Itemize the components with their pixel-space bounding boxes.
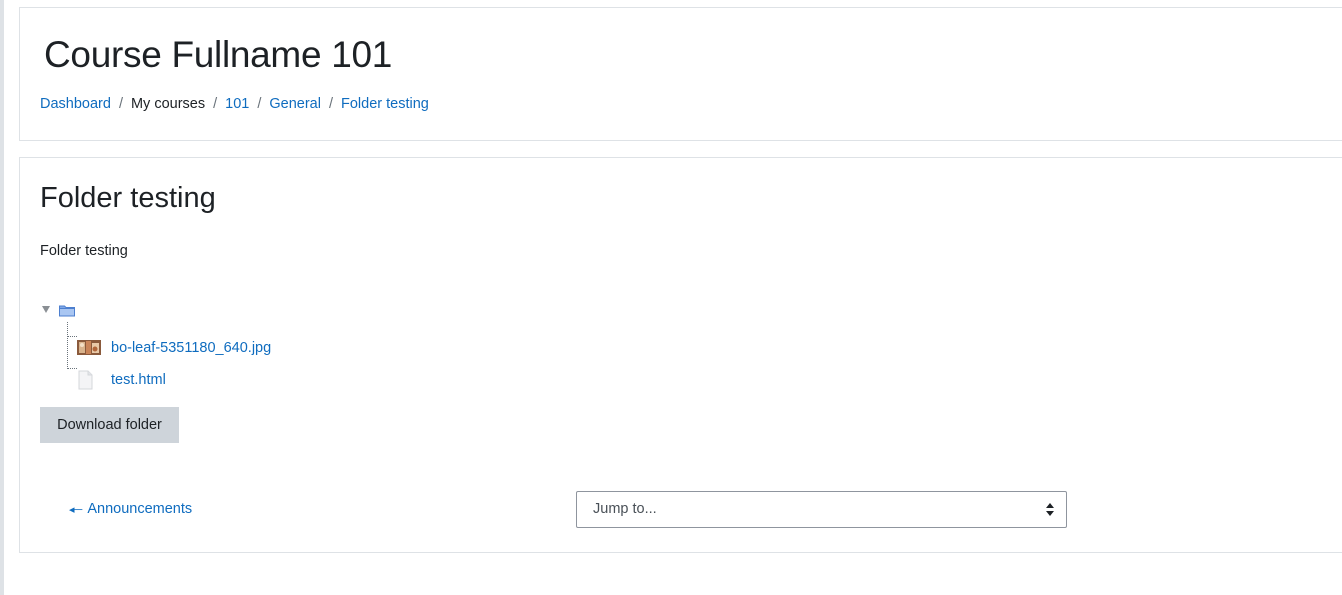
generic-file-icon [78,370,93,390]
breadcrumb-separator: / [118,96,123,112]
arrow-left-icon: ◂─ [69,503,83,516]
prev-activity-label: Announcements [87,501,193,517]
download-folder-button[interactable]: Download folder [40,407,179,443]
prev-activity-link[interactable]: ◂─ Announcements [69,501,192,517]
breadcrumb-course[interactable]: 101 [225,96,249,112]
file-link-html[interactable]: test.html [111,372,166,388]
course-title: Course Fullname 101 [44,34,393,75]
page-header: Course Fullname 101 Dashboard / My cours… [19,7,1342,141]
file-item: bo-leaf-5351180_640.jpg [77,336,271,360]
tree-connector [67,322,68,369]
breadcrumb-separator: / [213,96,218,112]
tree-connector [67,368,77,369]
breadcrumb-my-courses: My courses [130,96,206,112]
jump-to-select[interactable]: Jump to... [576,491,1067,528]
activity-intro: Folder testing [40,243,128,259]
image-file-icon [77,340,101,355]
breadcrumb-dashboard[interactable]: Dashboard [40,96,111,112]
select-caret-icon [1046,503,1054,516]
breadcrumb-separator: / [328,96,333,112]
main-content: Folder testing Folder testing bo-leaf-53… [19,157,1342,553]
folder-icon[interactable] [59,304,75,317]
tree-collapse-toggle-icon[interactable] [42,306,50,313]
file-link-image[interactable]: bo-leaf-5351180_640.jpg [111,340,271,356]
activity-title: Folder testing [40,182,216,214]
breadcrumb-activity[interactable]: Folder testing [341,96,429,112]
tree-connector [67,336,77,337]
breadcrumb-section[interactable]: General [269,96,321,112]
left-drawer-edge [0,0,4,595]
folder-tree: bo-leaf-5351180_640.jpg test.html [40,298,440,398]
breadcrumb: Dashboard / My courses / 101 / General /… [40,96,429,112]
breadcrumb-separator: / [257,96,262,112]
jump-to-value: Jump to... [593,501,657,517]
file-item: test.html [77,368,166,392]
